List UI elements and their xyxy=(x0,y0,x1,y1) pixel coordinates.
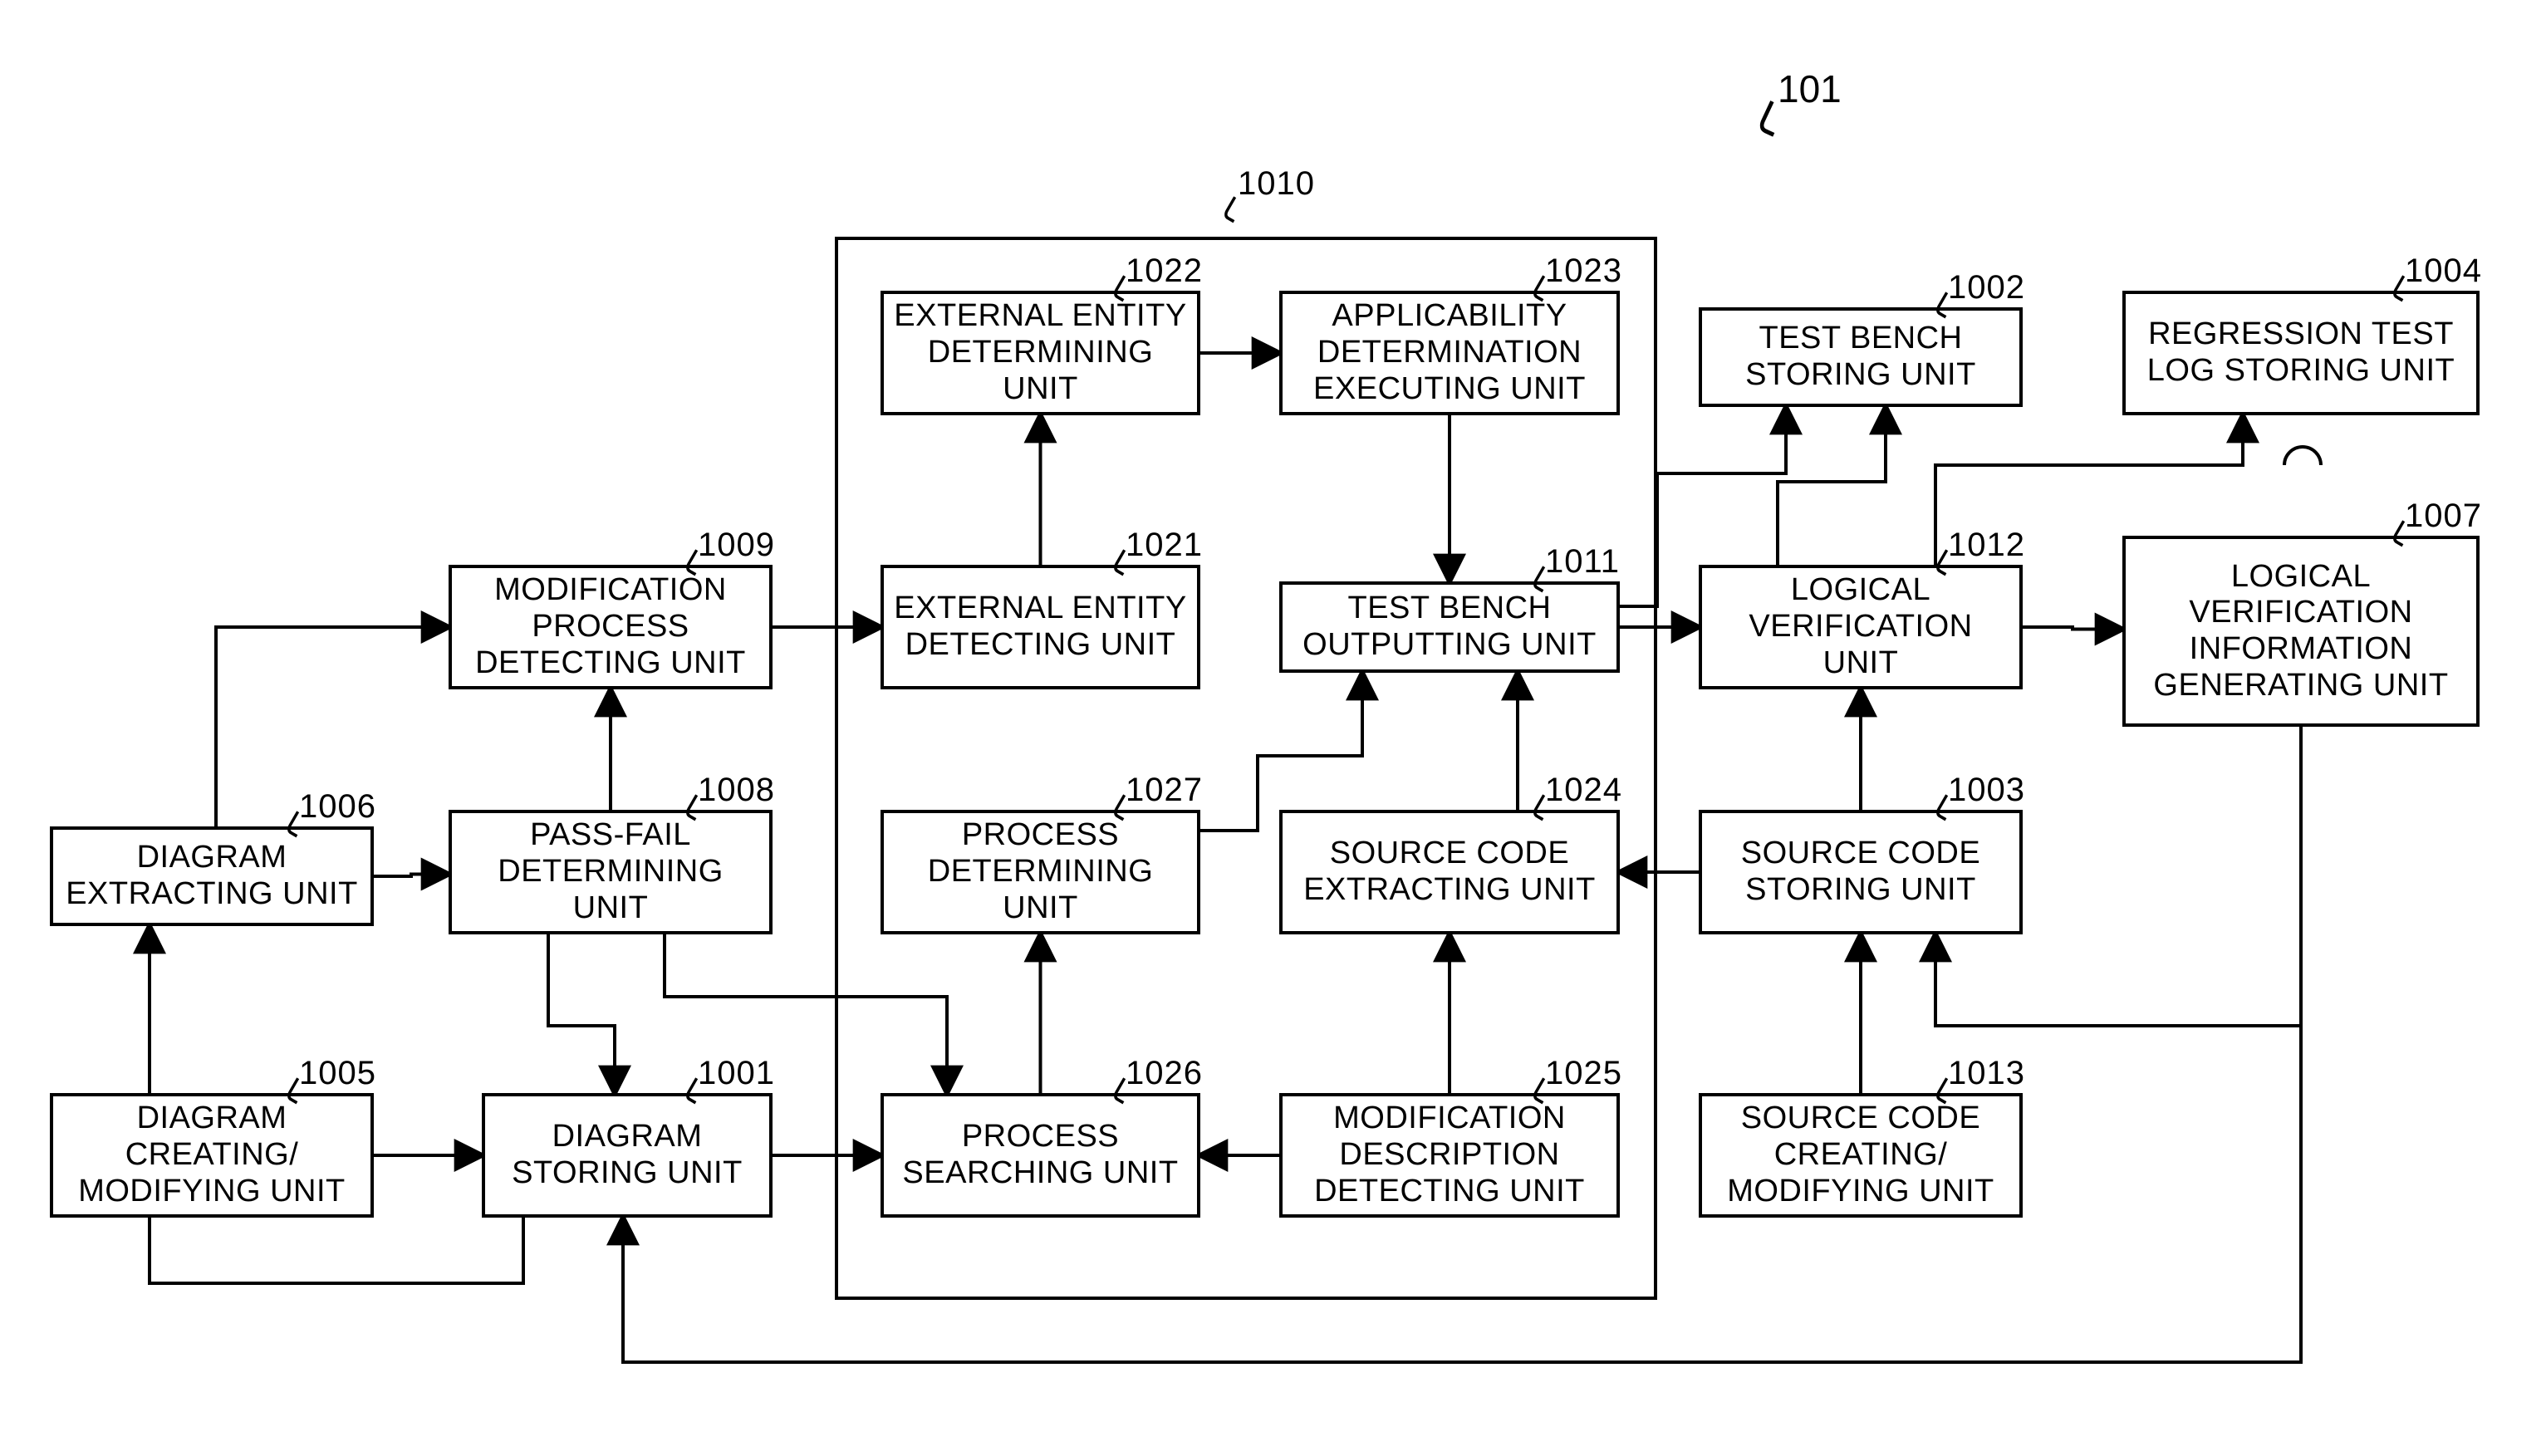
diagram-stage: 1010 ╯ 101 ╰ DIAGRAM CREATING/ MODIFYING… xyxy=(0,0,2546,1456)
ref-1021: 1021 xyxy=(1126,527,1203,564)
ref-1005: 1005 xyxy=(299,1055,376,1092)
ref-1001: 1001 xyxy=(698,1055,775,1092)
block-1006: DIAGRAM EXTRACTING UNIT xyxy=(50,826,374,926)
block-1003: SOURCE CODE STORING UNIT xyxy=(1699,810,2023,934)
ref-1008: 1008 xyxy=(698,772,775,809)
ref-1023: 1023 xyxy=(1545,252,1622,290)
ref-1010: 1010 xyxy=(1238,165,1315,203)
ref-1011: 1011 xyxy=(1545,543,1620,581)
block-1026: PROCESS SEARCHING UNIT xyxy=(881,1093,1200,1218)
block-1008: PASS-FAIL DETERMINING UNIT xyxy=(449,810,773,934)
block-1021: EXTERNAL ENTITY DETECTING UNIT xyxy=(881,565,1200,689)
ref-1002: 1002 xyxy=(1948,269,2025,306)
block-1022: EXTERNAL ENTITY DETERMINING UNIT xyxy=(881,291,1200,415)
ref-1004: 1004 xyxy=(2405,252,2482,290)
block-1005: DIAGRAM CREATING/ MODIFYING UNIT xyxy=(50,1093,374,1218)
ref-1003: 1003 xyxy=(1948,772,2025,809)
block-1027: PROCESS DETERMINING UNIT xyxy=(881,810,1200,934)
ref-1012: 1012 xyxy=(1948,527,2025,564)
block-1002: TEST BENCH STORING UNIT xyxy=(1699,307,2023,407)
system-ref: 101 xyxy=(1778,66,1842,111)
ref-1022: 1022 xyxy=(1126,252,1203,290)
ref-1007: 1007 xyxy=(2405,498,2482,535)
ref-1024: 1024 xyxy=(1545,772,1622,809)
ref-1025: 1025 xyxy=(1545,1055,1622,1092)
block-1007: LOGICAL VERIFICATION INFORMATION GENERAT… xyxy=(2122,536,2480,727)
block-1025: MODIFICATION DESCRIPTION DETECTING UNIT xyxy=(1279,1093,1620,1218)
block-1001: DIAGRAM STORING UNIT xyxy=(482,1093,773,1218)
block-1023: APPLICABILITY DETERMINATION EXECUTING UN… xyxy=(1279,291,1620,415)
ref-1013: 1013 xyxy=(1948,1055,2025,1092)
block-1011: TEST BENCH OUTPUTTING UNIT xyxy=(1279,581,1620,673)
ref-1027: 1027 xyxy=(1126,772,1203,809)
block-1012: LOGICAL VERIFICATION UNIT xyxy=(1699,565,2023,689)
ref-1026: 1026 xyxy=(1126,1055,1203,1092)
ref-1009: 1009 xyxy=(698,527,775,564)
block-1009: MODIFICATION PROCESS DETECTING UNIT xyxy=(449,565,773,689)
block-1004: REGRESSION TEST LOG STORING UNIT xyxy=(2122,291,2480,415)
block-1024: SOURCE CODE EXTRACTING UNIT xyxy=(1279,810,1620,934)
block-1013: SOURCE CODE CREATING/ MODIFYING UNIT xyxy=(1699,1093,2023,1218)
ref-1006: 1006 xyxy=(299,788,376,826)
